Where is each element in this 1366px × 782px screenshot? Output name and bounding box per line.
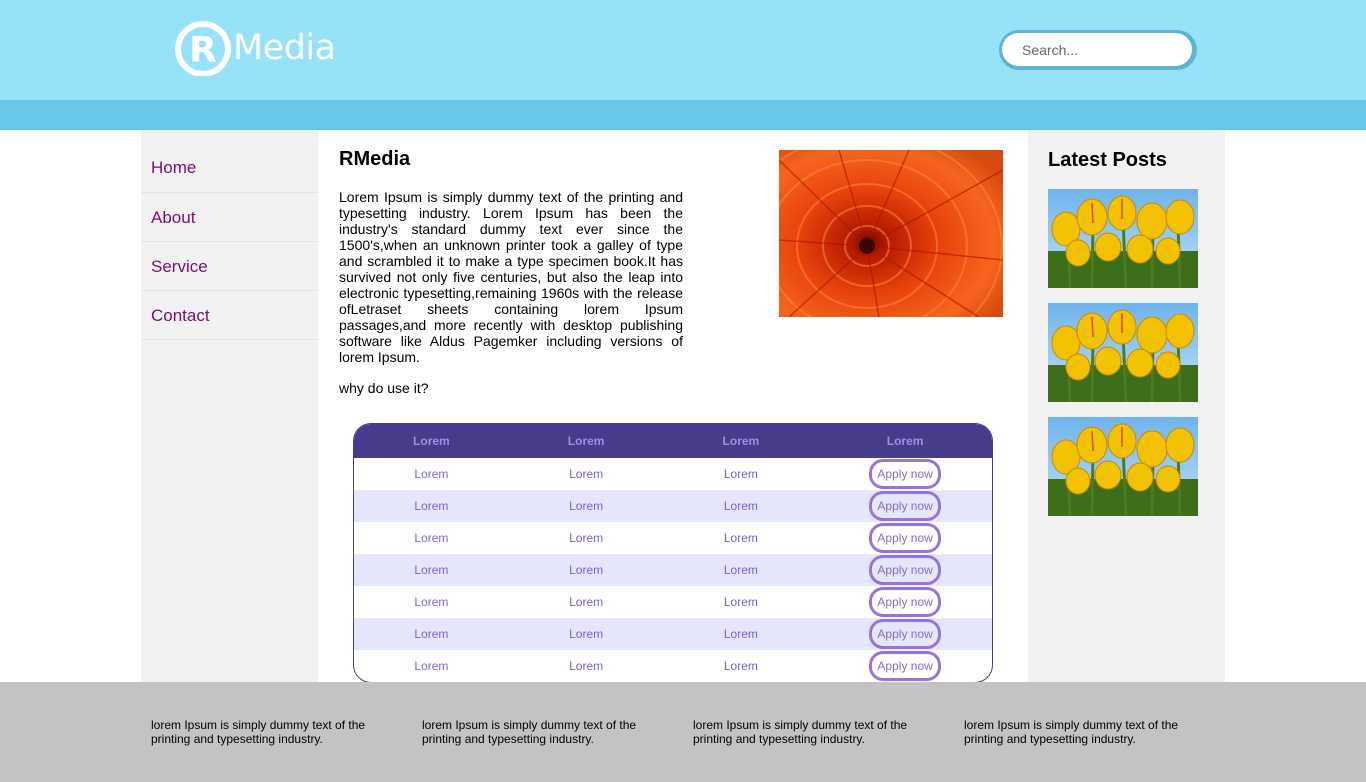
- table-cell: Lorem: [569, 531, 604, 545]
- table-cell: Lorem: [414, 627, 449, 641]
- main-content: RMedia Lorem Ipsum is simply dummy text …: [318, 130, 1028, 683]
- data-table: Lorem Lorem Lorem Lorem Lorem Lorem Lore…: [353, 423, 993, 683]
- apply-now-button[interactable]: Apply now: [869, 555, 942, 585]
- logo-text: Media: [233, 28, 336, 68]
- apply-now-button[interactable]: Apply now: [869, 651, 942, 681]
- table-cell: Apply now: [818, 490, 992, 522]
- nav-item-contact[interactable]: Contact: [141, 291, 318, 340]
- table-cell: Lorem: [723, 659, 758, 673]
- latest-posts-title: Latest Posts: [1048, 149, 1167, 171]
- nav-list: Home About Service Contact: [141, 130, 318, 340]
- table-row: Lorem Lorem Lorem Apply now: [354, 554, 992, 586]
- flower-image: [779, 150, 1003, 317]
- main-paragraph: Lorem Ipsum is simply dummy text of the …: [339, 189, 683, 365]
- apply-now-button[interactable]: Apply now: [869, 619, 942, 649]
- table-cell: Lorem: [569, 467, 604, 481]
- table-row: Lorem Lorem Lorem Apply now: [354, 618, 992, 650]
- nav-item-service[interactable]: Service: [141, 242, 318, 291]
- table-header-cell: Lorem: [886, 434, 924, 448]
- header: R Media: [0, 0, 1366, 100]
- table-cell: Lorem: [723, 595, 758, 609]
- sidebar-nav: Home About Service Contact: [141, 130, 318, 682]
- apply-now-button[interactable]: Apply now: [869, 587, 942, 617]
- table-header-cell: Lorem: [722, 434, 760, 448]
- table-row: Lorem Lorem Lorem Apply now: [354, 458, 992, 490]
- table-cell: Apply now: [818, 586, 992, 618]
- footer-column-text: lorem Ipsum is simply dummy text of the …: [422, 718, 637, 746]
- page-title: RMedia: [339, 148, 411, 170]
- table-cell: Lorem: [569, 499, 604, 513]
- latest-post-thumbnail[interactable]: [1048, 303, 1198, 402]
- table-cell: Apply now: [818, 522, 992, 554]
- table-row: Lorem Lorem Lorem Apply now: [354, 522, 992, 554]
- footer: lorem Ipsum is simply dummy text of the …: [0, 682, 1366, 782]
- apply-now-button[interactable]: Apply now: [869, 459, 942, 489]
- table-cell: Lorem: [414, 563, 449, 577]
- table-cell: Lorem: [723, 467, 758, 481]
- table-cell: Lorem: [569, 627, 604, 641]
- footer-column-text: lorem Ipsum is simply dummy text of the …: [693, 718, 908, 746]
- table-cell: Lorem: [414, 659, 449, 673]
- table-header-cell: Lorem: [567, 434, 605, 448]
- latest-post-thumbnail[interactable]: [1048, 189, 1198, 288]
- main-subheading: why do use it?: [339, 380, 429, 396]
- logo[interactable]: R Media: [173, 20, 336, 77]
- table-cell: Lorem: [569, 563, 604, 577]
- registered-mark-icon: R: [173, 20, 231, 77]
- table-cell: Apply now: [818, 650, 992, 682]
- table-header-cell: Lorem: [413, 434, 450, 448]
- header-strip: [0, 100, 1366, 130]
- footer-column-text: lorem Ipsum is simply dummy text of the …: [151, 718, 366, 746]
- table-cell: Lorem: [414, 467, 449, 481]
- table-cell: Apply now: [818, 554, 992, 586]
- apply-now-button[interactable]: Apply now: [869, 523, 942, 553]
- table-row: Lorem Lorem Lorem Apply now: [354, 586, 992, 618]
- latest-posts-sidebar: Latest Posts: [1028, 130, 1225, 682]
- table-cell: Lorem: [414, 595, 449, 609]
- table-row: Lorem Lorem Lorem Apply now: [354, 490, 992, 522]
- table-header: Lorem Lorem Lorem Lorem: [354, 424, 992, 458]
- table-cell: Lorem: [723, 531, 758, 545]
- table-cell: Lorem: [414, 531, 449, 545]
- table-cell: Lorem: [414, 499, 449, 513]
- apply-now-button[interactable]: Apply now: [869, 491, 942, 521]
- table-cell: Lorem: [569, 595, 604, 609]
- table-cell: Lorem: [723, 499, 758, 513]
- table-cell: Lorem: [569, 659, 604, 673]
- nav-item-home[interactable]: Home: [141, 145, 318, 193]
- table-cell: Lorem: [723, 627, 758, 641]
- table-row: Lorem Lorem Lorem Apply now: [354, 650, 992, 682]
- table-cell: Apply now: [818, 618, 992, 650]
- latest-post-thumbnail[interactable]: [1048, 417, 1198, 516]
- search-input[interactable]: [1002, 33, 1192, 66]
- nav-item-about[interactable]: About: [141, 193, 318, 242]
- logo-mark-letter: R: [189, 30, 217, 71]
- table-cell: Apply now: [818, 458, 992, 490]
- search-box: [999, 30, 1197, 70]
- table-cell: Lorem: [723, 563, 758, 577]
- footer-column-text: lorem Ipsum is simply dummy text of the …: [964, 718, 1179, 746]
